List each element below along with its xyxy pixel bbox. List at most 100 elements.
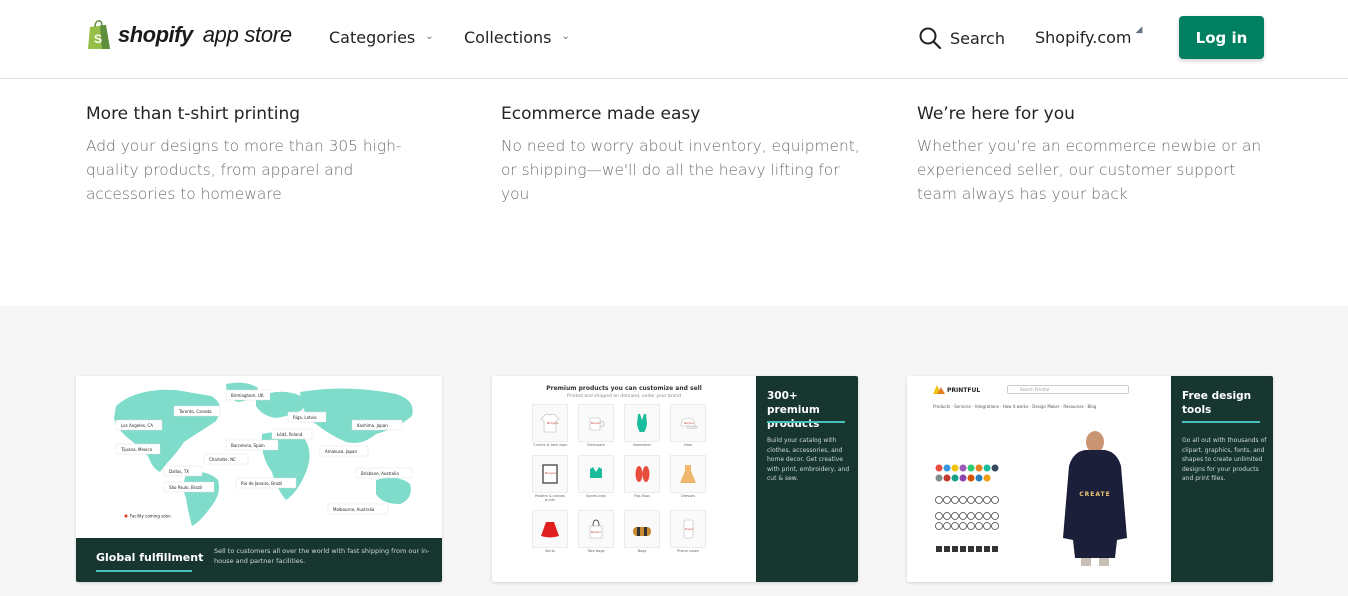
duffel-bag-icon <box>633 527 651 536</box>
product-tile: Swimwear <box>624 404 660 447</box>
map-label: Los Angeles, CA <box>121 423 153 428</box>
dress-icon <box>680 465 696 483</box>
gallery-card-premium-products[interactable]: Premium products you can customize and s… <box>492 376 858 582</box>
card-side-panel: Free design tools Go all out with thousa… <box>1171 376 1273 582</box>
feature-tshirt-printing: More than t-shirt printing Add your desi… <box>86 104 446 206</box>
map-label: Amakusa, Japan <box>325 449 358 454</box>
svg-text:Bonjour: Bonjour <box>591 421 602 425</box>
product-tile: Bonjour Phone cases <box>670 510 706 553</box>
tote-bag-icon: Bonjour <box>589 519 603 539</box>
swimsuit-icon <box>637 414 647 432</box>
external-link-icon: ◢ <box>1135 25 1143 35</box>
product-tile: Bonjour Drinkware <box>578 404 614 447</box>
nav-categories[interactable]: Categories ⌄ <box>329 28 434 47</box>
logo-subtitle: app store <box>202 22 292 47</box>
search-button[interactable]: Search <box>918 26 1005 50</box>
printful-logo-icon <box>933 385 945 394</box>
card-title: Free design tools <box>1182 390 1252 416</box>
map-label: Melbourne, Australia <box>333 507 375 512</box>
poster-icon: Bonjour <box>542 464 558 484</box>
map-label: Brisbane, Australia <box>361 471 399 476</box>
phone-case-icon: Bonjour <box>683 519 694 539</box>
search-icon <box>919 27 942 50</box>
map-label: Toronto, Canada <box>178 409 212 414</box>
card-description: Build your catalog with clothes, accesso… <box>767 437 850 482</box>
shopify-com-label: Shopify.com <box>1035 28 1132 47</box>
top-nav: S shopify app store Categories ⌄ Collect… <box>0 0 1348 79</box>
login-button[interactable]: Log in <box>1179 16 1264 59</box>
search-label: Search <box>950 28 1005 48</box>
feature-title: More than t-shirt printing <box>86 104 301 124</box>
product-tile: Bonjour T-shirts & tank tops <box>532 404 568 447</box>
map-label: São Paulo, Brazil <box>169 485 202 490</box>
feature-body: Add your designs to more than 305 high-q… <box>86 137 402 203</box>
product-tile: Skirts <box>532 510 568 553</box>
card-subheading: Printed and shipped on demand, under you… <box>566 394 682 399</box>
logo-wordmark: shopify <box>118 22 193 47</box>
map-label: Riga, Latvia <box>293 415 317 420</box>
hoodie-model-image: CREATE <box>1063 431 1127 566</box>
search-input: Search Printful <box>1007 385 1129 394</box>
map-label: Tijuana, Mexico <box>120 447 153 452</box>
nav-categories-label: Categories <box>329 28 416 47</box>
world-map-image: Birmingham, UK Toronto, Canada Riga, Lat… <box>76 376 442 538</box>
product-tile: Dresses <box>670 455 706 502</box>
feature-title: Ecommerce made easy <box>501 104 701 124</box>
product-grid: Bonjour T-shirts & tank tops Bonjour Drink… <box>532 404 712 553</box>
map-legend: Facility coming soon <box>130 514 171 519</box>
gallery-card-design-tools[interactable]: PRINTFUL Search Printful Products · Serv… <box>907 376 1273 582</box>
card-title: Global fulfillment <box>96 551 204 564</box>
skirt-icon <box>541 522 559 538</box>
card-title: 300+ premium products <box>767 390 820 430</box>
hat-icon: Bonjour <box>680 417 699 430</box>
feature-ecommerce-easy: Ecommerce made easy No need to worry abo… <box>501 104 861 206</box>
nav-collections-label: Collections <box>464 28 552 47</box>
printful-menu: Products · Services · Integrations · How… <box>933 404 1097 409</box>
title-underline <box>96 570 192 572</box>
feature-title: We’re here for you <box>917 104 1075 124</box>
nav-collections[interactable]: Collections ⌄ <box>464 28 570 47</box>
product-tile: Sports bras <box>578 455 614 502</box>
map-label: Dallas, TX <box>169 469 189 474</box>
card-description: Sell to customers all over the world wit… <box>214 547 430 565</box>
card-description: Go all out with thousands of clipart, gr… <box>1182 437 1267 482</box>
product-tile: Bonjour Posters & canvas prints <box>532 455 568 502</box>
gallery-card-global-fulfillment[interactable]: Birmingham, UK Toronto, Canada Riga, Lat… <box>76 376 442 582</box>
card-heading: Premium products you can customize and s… <box>546 385 702 392</box>
product-tile: Flip-flops <box>624 455 660 502</box>
svg-text:Bonjour: Bonjour <box>685 528 694 531</box>
product-tile: Bags <box>624 510 660 553</box>
map-label: Barcelona, Spain <box>231 443 265 448</box>
map-label: Łódź, Poland <box>276 432 303 437</box>
tshirt-icon: Bonjour <box>540 413 560 433</box>
shopify-com-link[interactable]: Shopify.com ◢ <box>1035 25 1143 47</box>
feature-body: Whether you’re an ecommerce newbie or an… <box>917 137 1262 203</box>
design-tools-palette <box>933 416 1013 566</box>
feature-support: We’re here for you Whether you’re an eco… <box>917 104 1277 206</box>
svg-text:Bonjour: Bonjour <box>591 530 602 534</box>
card-caption-bar: Global fulfillment Sell to customers all… <box>76 538 442 582</box>
flip-flops-icon <box>635 466 650 482</box>
hoodie-print-text: CREATE <box>1079 491 1111 498</box>
chevron-down-icon: ⌄ <box>425 31 434 42</box>
mug-icon: Bonjour <box>589 417 605 431</box>
svg-text:Bonjour: Bonjour <box>547 421 559 425</box>
svg-text:S: S <box>94 32 102 46</box>
printful-brand: PRINTFUL <box>947 387 981 394</box>
sports-bra-icon <box>590 467 602 478</box>
svg-text:Bonjour: Bonjour <box>684 421 695 425</box>
title-underline <box>767 421 845 423</box>
map-label: Charlotte, NC <box>209 457 236 462</box>
map-label: Birmingham, UK <box>231 393 264 398</box>
chevron-down-icon: ⌄ <box>561 31 570 42</box>
map-label: Kashima, Japan <box>357 423 388 428</box>
map-label: Rio de Janeiro, Brazil <box>241 481 282 486</box>
card-side-panel: 300+ premium products Build your catalog… <box>756 376 858 582</box>
feature-body: No need to worry about inventory, equipm… <box>501 137 860 203</box>
svg-text:Bonjour: Bonjour <box>545 471 557 475</box>
shopify-app-store-logo[interactable]: S shopify app store <box>86 19 292 51</box>
product-tile: Bonjour Hats <box>670 404 706 447</box>
shopify-bag-icon: S <box>88 20 110 49</box>
title-underline <box>1182 421 1260 423</box>
product-tile: Bonjour Tote bags <box>578 510 614 553</box>
